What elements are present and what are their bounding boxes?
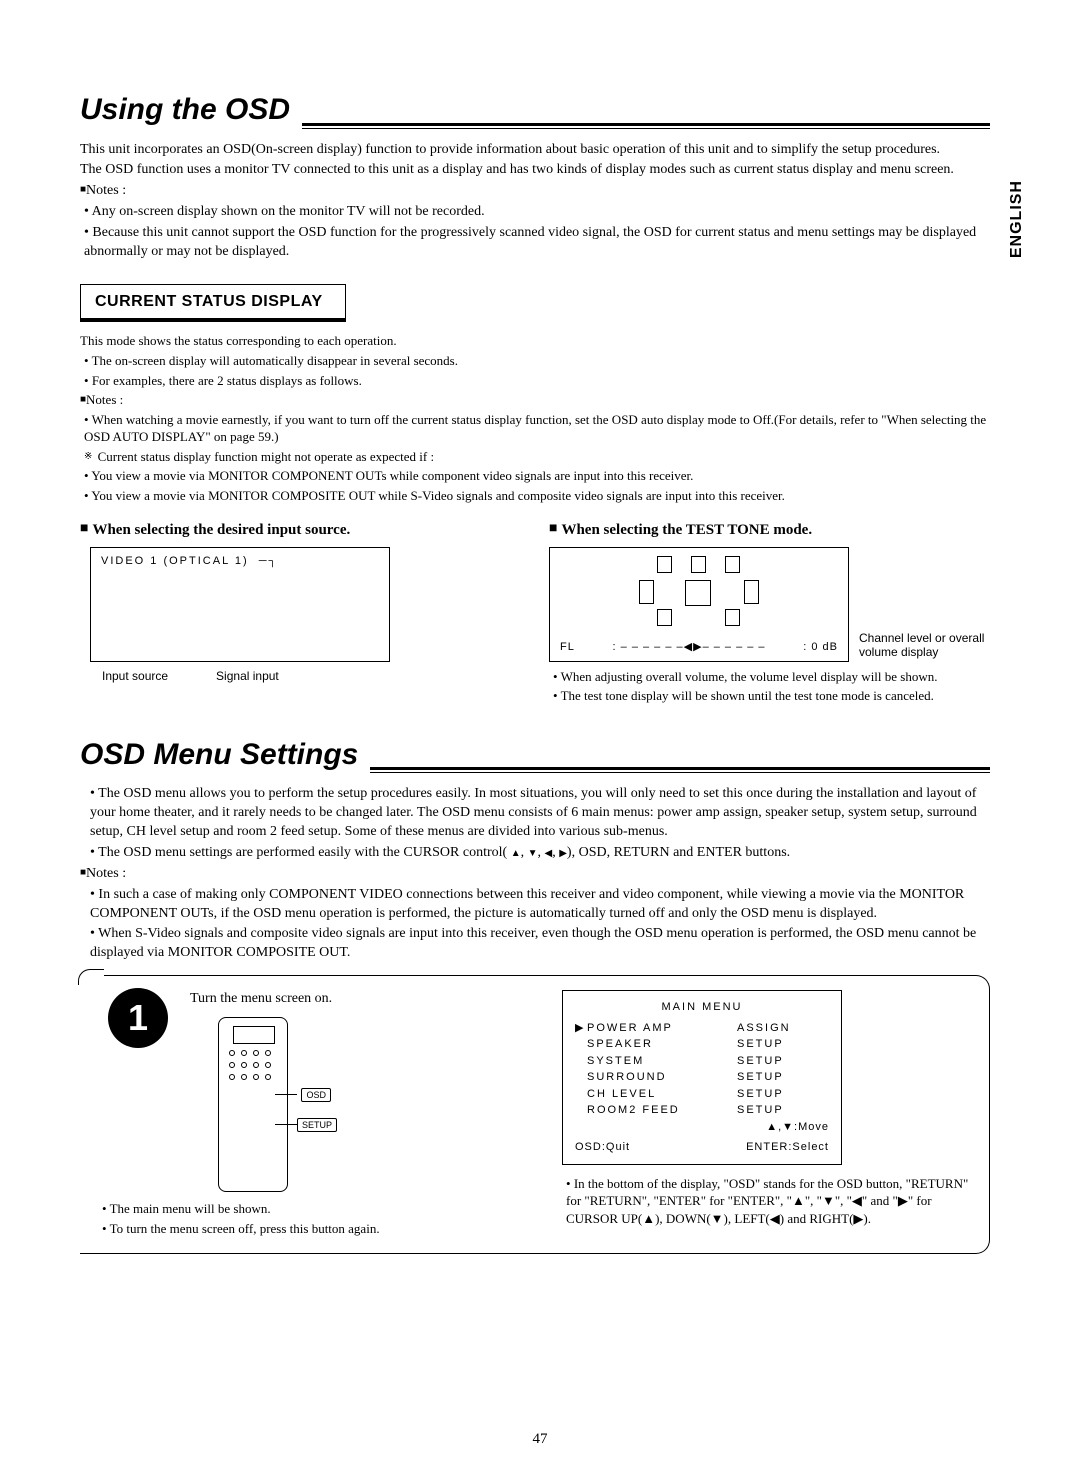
menu-hint-move: ▲,▼:Move (575, 1119, 829, 1136)
main-menu-item: SURROUNDSETUP (575, 1069, 829, 1086)
menu-hint-select: ENTER:Select (746, 1139, 829, 1156)
osd-status-box-input: VIDEO 1 (OPTICAL 1) ─┐ (90, 547, 390, 662)
osd-status-box-testtone: FL : – – – – – –◀▶– – – – – – : 0 dB (549, 547, 849, 662)
subhead-input-source: ■When selecting the desired input source… (80, 520, 521, 540)
side-label-channel-level: Channel level or overall volume display (859, 631, 1019, 660)
note-1: • Any on-screen display shown on the mon… (84, 203, 990, 222)
main-menu-item: SPEAKERSETUP (575, 1036, 829, 1053)
intro-paragraph-2: The OSD function uses a monitor TV conne… (80, 161, 990, 180)
main-menu-item: SYSTEMSETUP (575, 1053, 829, 1070)
tt-bullet-2: • The test tone display will be shown un… (553, 687, 990, 705)
remote-control-icon: OSD SETUP (218, 1017, 288, 1192)
page-number: 47 (533, 1429, 548, 1449)
csd-line-3: • For examples, there are 2 status displ… (84, 372, 990, 390)
csd-line-2: • The on-screen display will automatical… (84, 352, 990, 370)
step1-bullet-2: • To turn the menu screen off, press thi… (102, 1220, 538, 1238)
step-1-block: 1 Turn the menu screen on. OSD SETUP • T… (80, 975, 990, 1254)
menu-para-1: • The OSD menu allows you to perform the… (90, 785, 990, 842)
current-status-display-header: CURRENT STATUS DISPLAY (80, 284, 346, 323)
main-menu-item: CH LEVELSETUP (575, 1086, 829, 1103)
section-title-osd-menu-settings: OSD Menu Settings (80, 735, 358, 776)
step1-bullet-1: • The main menu will be shown. (102, 1200, 538, 1218)
step-number-1: 1 (108, 988, 168, 1048)
fl-level-line: FL : – – – – – –◀▶– – – – – – : 0 dB (560, 640, 838, 655)
intro-paragraph-1: This unit incorporates an OSD(On-screen … (80, 141, 990, 160)
main-menu-item: ▶POWER AMPASSIGN (575, 1020, 829, 1037)
subhead-test-tone: ■When selecting the TEST TONE mode. (549, 520, 990, 540)
legend-paragraph: • In the bottom of the display, "OSD" st… (566, 1175, 971, 1228)
notes-label: ■Notes : (80, 182, 990, 201)
remote-osd-button-label: OSD (301, 1088, 331, 1102)
step-1-instruction: Turn the menu screen on. (190, 990, 538, 1009)
section-title-using-osd: Using the OSD (80, 90, 290, 131)
menu-hint-quit: OSD:Quit (575, 1139, 630, 1156)
title-rule (302, 123, 990, 129)
osd-status-text: VIDEO 1 (OPTICAL 1) ─┐ (101, 554, 278, 569)
csd-ref-label: ※ Current status display function might … (84, 448, 990, 466)
csd-ref-2: • You view a movie via MONITOR COMPOSITE… (84, 487, 990, 505)
menu-notes-label: ■Notes : (80, 865, 990, 884)
csd-note-1: • When watching a movie earnestly, if yo… (84, 411, 990, 446)
tt-bullet-1: • When adjusting overall volume, the vol… (553, 668, 990, 686)
callout-signal-input: Signal input (216, 668, 279, 684)
menu-note-1: • In such a case of making only COMPONEN… (90, 886, 990, 924)
main-menu-osd-box: MAIN MENU ▶POWER AMPASSIGN SPEAKERSETUP … (562, 990, 842, 1165)
note-2: • Because this unit cannot support the O… (84, 224, 990, 262)
title-rule-2 (370, 767, 990, 773)
main-menu-item: ROOM2 FEEDSETUP (575, 1102, 829, 1119)
csd-line-1: This mode shows the status corresponding… (80, 332, 990, 350)
speaker-layout-icon (639, 556, 759, 626)
language-tab: ENGLISH (1006, 180, 1028, 258)
csd-ref-1: • You view a movie via MONITOR COMPONENT… (84, 467, 990, 485)
menu-note-2: • When S-Video signals and composite vid… (90, 925, 990, 963)
main-menu-title: MAIN MENU (575, 999, 829, 1016)
callout-input-source: Input source (102, 668, 168, 684)
csd-notes-label: ■Notes : (80, 391, 990, 409)
remote-setup-button-label: SETUP (297, 1118, 337, 1132)
menu-para-2: • The OSD menu settings are performed ea… (90, 844, 990, 863)
